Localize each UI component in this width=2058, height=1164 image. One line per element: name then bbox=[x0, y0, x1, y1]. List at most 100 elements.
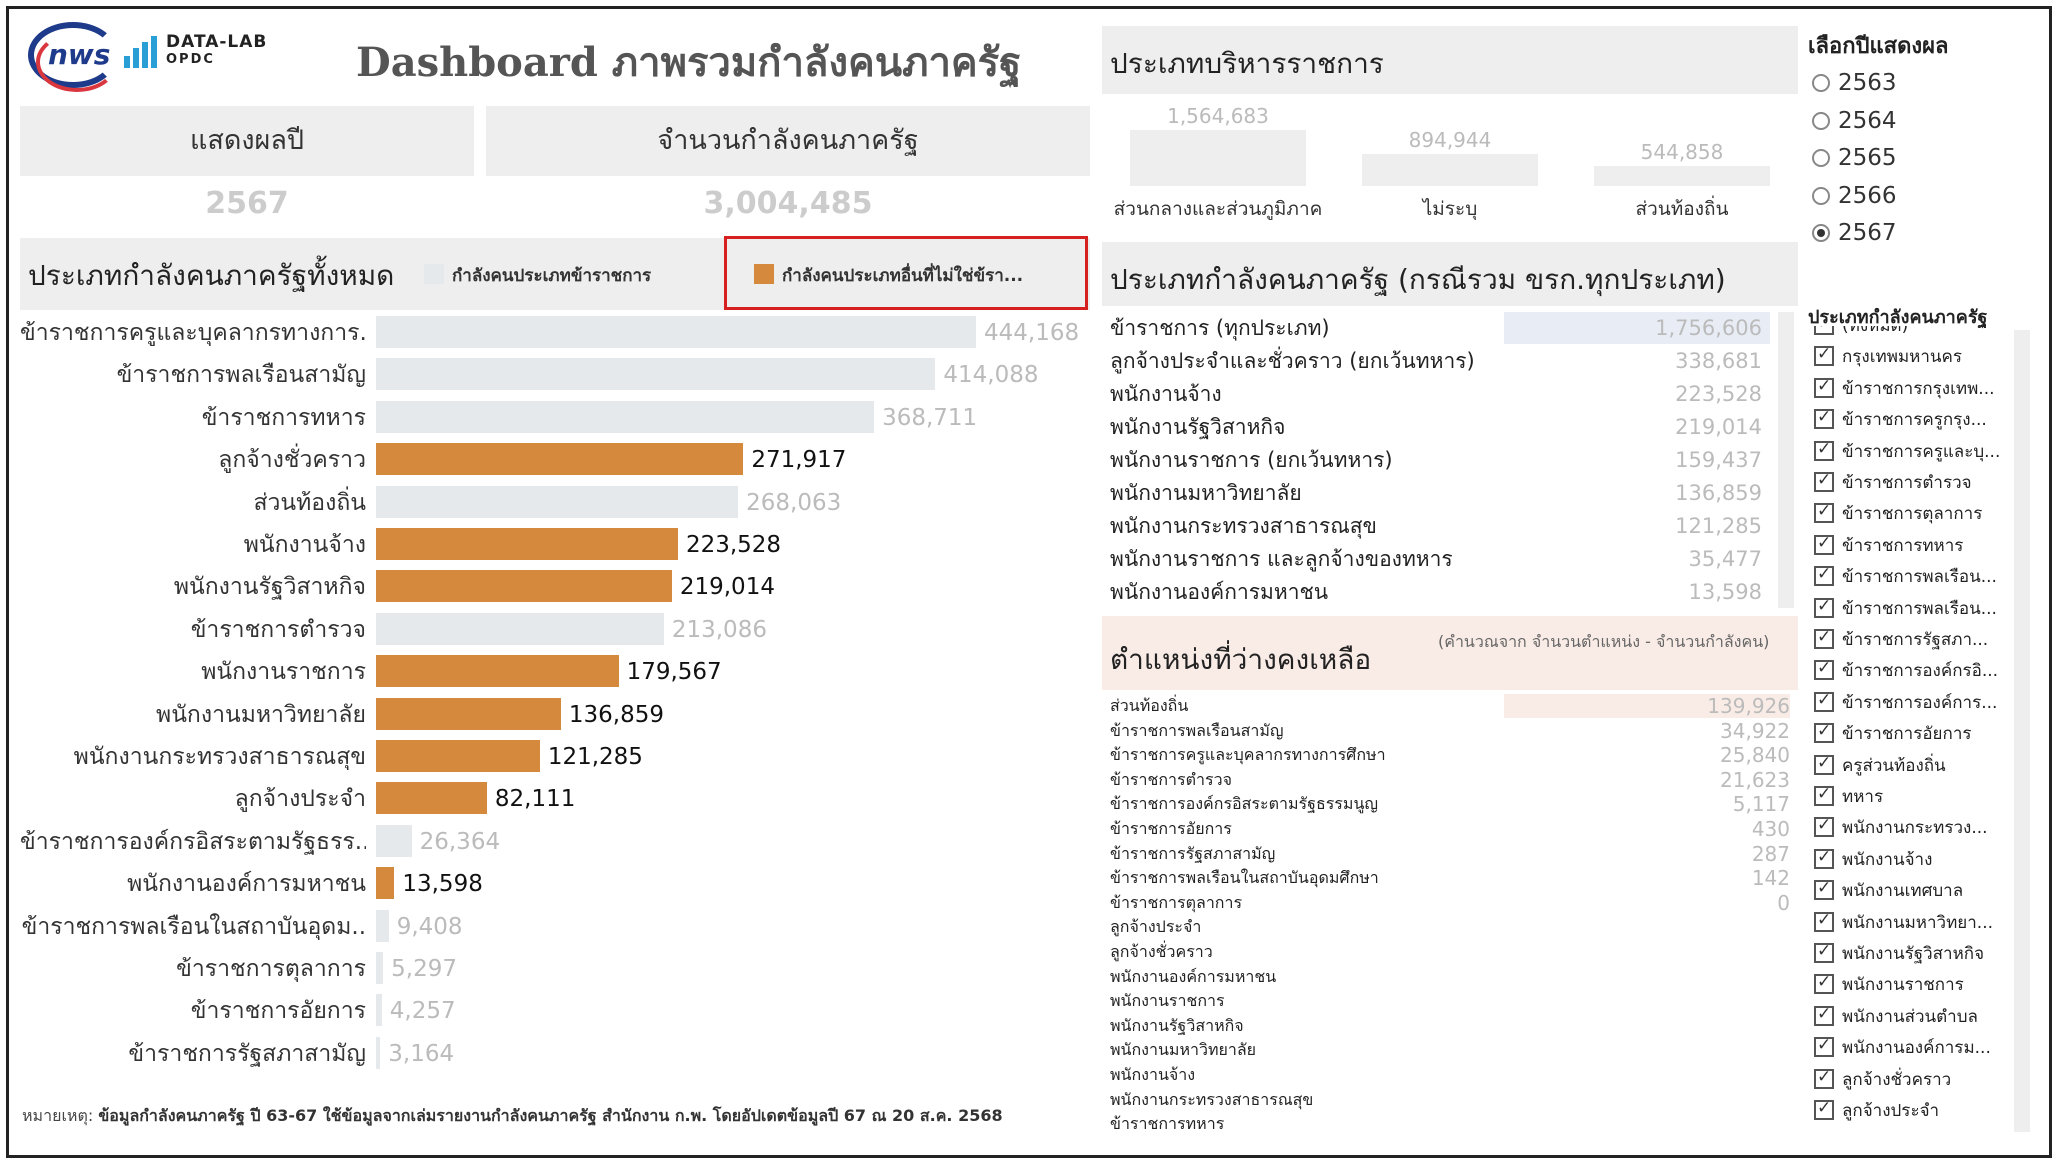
bar-row[interactable]: ข้าราชการทหาร 368,711 bbox=[20, 397, 1060, 439]
list-item[interactable]: พนักงานรัฐวิสาหกิจ bbox=[1110, 1014, 1790, 1039]
list-item[interactable]: พนักงานมหาวิทยาลัย bbox=[1110, 1038, 1790, 1063]
legend-other[interactable]: กำลังคนประเภทอื่นที่ไม่ใช่ข้รา... bbox=[754, 262, 1023, 289]
list-item[interactable]: ข้าราชการครูและบุคลากรทางการศึกษา 25,840 bbox=[1110, 743, 1790, 768]
type-filter-option[interactable]: พนักงานกระทรวง... bbox=[1814, 814, 1988, 844]
checkbox-icon[interactable] bbox=[1814, 439, 1834, 461]
year-option[interactable]: 2567 bbox=[1812, 220, 1897, 252]
table-row[interactable]: พนักงานองค์การมหาชน 13,598 bbox=[1110, 576, 1762, 609]
bar-row[interactable]: ส่วนท้องถิ่น 268,063 bbox=[20, 482, 1060, 524]
checkbox-icon[interactable] bbox=[1814, 847, 1834, 869]
checkbox-icon[interactable] bbox=[1814, 564, 1834, 587]
type-filter-option[interactable]: ข้าราชการพลเรือน... bbox=[1814, 595, 1997, 625]
type-filter-option[interactable]: พนักงานเทศบาล bbox=[1814, 877, 1963, 907]
table-row[interactable]: พนักงานราชการ และลูกจ้างของทหาร 35,477 bbox=[1110, 543, 1762, 576]
checkbox-icon[interactable] bbox=[1814, 501, 1834, 524]
bar[interactable] bbox=[376, 740, 540, 772]
type-table-scrollbar[interactable] bbox=[1778, 312, 1794, 608]
table-row[interactable]: พนักงานกระทรวงสาธารณสุข 121,285 bbox=[1110, 510, 1762, 543]
type-filter-option[interactable]: ลูกจ้างประจำ bbox=[1814, 1097, 1939, 1127]
bar[interactable] bbox=[376, 909, 389, 942]
type-filter-option[interactable]: ข้าราชการองค์การ... bbox=[1814, 689, 1997, 719]
bar[interactable] bbox=[376, 952, 384, 984]
checkbox-icon[interactable] bbox=[1814, 1035, 1834, 1058]
bar[interactable] bbox=[376, 485, 739, 518]
list-item[interactable]: พนักงานจ้าง bbox=[1110, 1063, 1790, 1088]
admin-bar[interactable] bbox=[1362, 153, 1538, 186]
year-option[interactable]: 2565 bbox=[1812, 145, 1897, 177]
bar-row[interactable]: ข้าราชการองค์กรอิสระตามรัฐธรร.. 26,364 bbox=[20, 821, 1060, 863]
list-item[interactable]: ข้าราชการพลเรือนสามัญ 34,922 bbox=[1110, 719, 1790, 744]
bar-row[interactable]: พนักงานรัฐวิสาหกิจ 219,014 bbox=[20, 566, 1060, 608]
checkbox-icon[interactable] bbox=[1814, 376, 1834, 398]
type-filter-option[interactable]: ข้าราชการพลเรือน... bbox=[1814, 563, 1997, 593]
type-filter-option[interactable]: ข้าราชการตุลาการ bbox=[1814, 500, 1982, 530]
list-item[interactable]: พนักงานกระทรวงสาธารณสุข bbox=[1110, 1088, 1790, 1113]
list-item[interactable]: ข้าราชการอัยการ 430 bbox=[1110, 817, 1790, 842]
checkbox-icon[interactable] bbox=[1814, 326, 1834, 335]
checkbox-icon[interactable] bbox=[1814, 344, 1834, 367]
bar-row[interactable]: ข้าราชการตำรวจ 213,086 bbox=[20, 609, 1060, 651]
bar[interactable] bbox=[376, 612, 664, 645]
table-row[interactable]: พนักงานราชการ (ยกเว้นทหาร) 159,437 bbox=[1110, 444, 1762, 477]
checkbox-icon[interactable] bbox=[1814, 784, 1834, 806]
type-filter-option[interactable]: ข้าราชการองค์กรอิ... bbox=[1814, 657, 1998, 687]
type-filter-option[interactable]: พนักงานส่วนตำบล bbox=[1814, 1003, 1978, 1033]
checkbox-icon[interactable] bbox=[1814, 1098, 1834, 1120]
radio-icon[interactable] bbox=[1812, 224, 1830, 242]
type-filter-option[interactable]: ข้าราชการครูและบุ... bbox=[1814, 438, 2000, 468]
bar[interactable] bbox=[376, 655, 619, 688]
bar[interactable] bbox=[376, 867, 395, 900]
bar[interactable] bbox=[376, 316, 976, 348]
bar[interactable] bbox=[376, 570, 672, 603]
year-option[interactable]: 2563 bbox=[1812, 70, 1897, 102]
bar-row[interactable]: ข้าราชการตุลาการ 5,297 bbox=[20, 948, 1060, 990]
type-filter-option[interactable]: กรุงเทพมหานคร bbox=[1814, 343, 1962, 373]
type-filter-option[interactable]: พนักงานองค์การม... bbox=[1814, 1034, 1991, 1064]
year-option[interactable]: 2566 bbox=[1812, 183, 1897, 215]
table-row[interactable]: พนักงานมหาวิทยาลัย 136,859 bbox=[1110, 477, 1762, 510]
bar-row[interactable]: ข้าราชการพลเรือนสามัญ 414,088 bbox=[20, 354, 1060, 396]
type-filter-option[interactable]: พนักงานมหาวิทยา... bbox=[1814, 909, 1993, 939]
list-item[interactable]: ลูกจ้างประจำ bbox=[1110, 915, 1790, 940]
bar[interactable] bbox=[376, 400, 875, 433]
type-filter-option[interactable]: พนักงานจ้าง bbox=[1814, 846, 1932, 876]
table-row[interactable]: ข้าราชการ (ทุกประเภท) 1,756,606 bbox=[1110, 312, 1762, 345]
bar[interactable] bbox=[376, 824, 412, 857]
checkbox-icon[interactable] bbox=[1814, 407, 1834, 430]
checkbox-icon[interactable] bbox=[1814, 721, 1834, 744]
list-item[interactable]: พนักงานราชการ bbox=[1110, 989, 1790, 1014]
bar-row[interactable]: พนักงานจ้าง 223,528 bbox=[20, 524, 1060, 566]
type-filter-option[interactable]: พนักงานรัฐวิสาหกิจ bbox=[1814, 940, 1984, 970]
list-item[interactable]: ข้าราชการตำรวจ 21,623 bbox=[1110, 768, 1790, 793]
checkbox-icon[interactable] bbox=[1814, 1004, 1834, 1026]
list-item[interactable]: ข้าราชการรัฐสภาสามัญ 287 bbox=[1110, 842, 1790, 867]
bar[interactable] bbox=[376, 358, 936, 391]
checkbox-icon[interactable] bbox=[1814, 910, 1834, 932]
table-row[interactable]: พนักงานรัฐวิสาหกิจ 219,014 bbox=[1110, 411, 1762, 444]
type-filter-option[interactable]: พนักงานราชการ bbox=[1814, 971, 1964, 1001]
list-item[interactable]: ข้าราชการตุลาการ 0 bbox=[1110, 891, 1790, 916]
list-item[interactable]: ลูกจ้างชั่วคราว bbox=[1110, 940, 1790, 965]
type-filter-option[interactable]: ทหาร bbox=[1814, 783, 1883, 813]
radio-icon[interactable] bbox=[1812, 111, 1830, 130]
type-filter-option[interactable]: ข้าราชการตำรวจ bbox=[1814, 469, 1972, 499]
type-filter-option[interactable]: (ทั้งหมด) bbox=[1814, 326, 1908, 342]
bar[interactable] bbox=[376, 1036, 381, 1069]
checkbox-icon[interactable] bbox=[1814, 878, 1834, 901]
list-item[interactable]: ส่วนท้องถิ่น 139,926 bbox=[1110, 694, 1790, 719]
checkbox-icon[interactable] bbox=[1814, 753, 1834, 775]
radio-icon[interactable] bbox=[1812, 186, 1830, 205]
type-filter-option[interactable]: ข้าราชการกรุงเทพ... bbox=[1814, 375, 1995, 405]
bar-row[interactable]: ข้าราชการพลเรือนในสถาบันอุดม.. 9,408 bbox=[20, 906, 1060, 948]
bar-row[interactable]: พนักงานกระทรวงสาธารณสุข 121,285 bbox=[20, 736, 1060, 778]
bar-row[interactable]: ลูกจ้างชั่วคราว 271,917 bbox=[20, 439, 1060, 481]
admin-bar[interactable] bbox=[1130, 130, 1306, 186]
year-option[interactable]: 2564 bbox=[1812, 108, 1897, 140]
legend-civil[interactable]: กำลังคนประเภทข้าราชการ bbox=[424, 262, 651, 289]
bar[interactable] bbox=[376, 994, 382, 1027]
checkbox-icon[interactable] bbox=[1814, 690, 1834, 712]
table-row[interactable]: ลูกจ้างประจำและชั่วคราว (ยกเว้นทหาร) 338,… bbox=[1110, 345, 1762, 378]
list-item[interactable]: พนักงานองค์การมหาชน bbox=[1110, 965, 1790, 990]
table-row[interactable]: พนักงานจ้าง 223,528 bbox=[1110, 378, 1762, 411]
type-filter-scrollbar[interactable] bbox=[2014, 330, 2030, 1132]
